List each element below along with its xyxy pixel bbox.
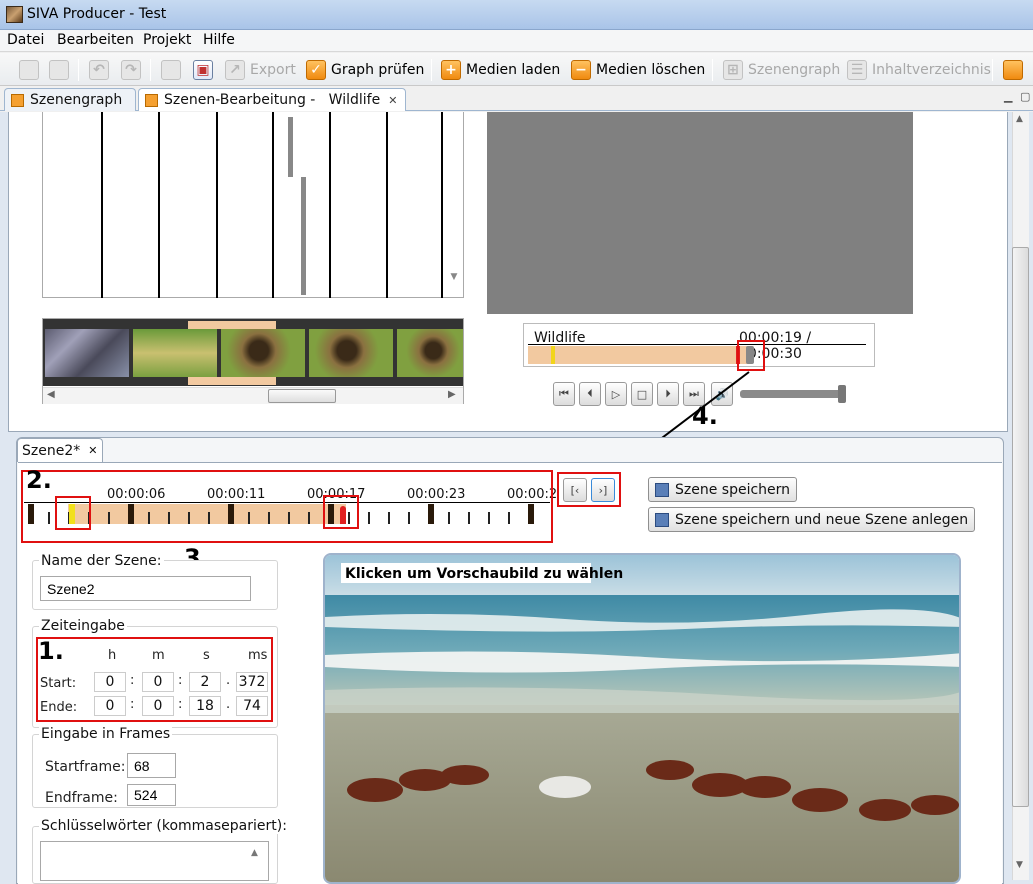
endframe-input[interactable] — [127, 784, 176, 806]
scene-name-input[interactable] — [40, 576, 251, 601]
scroll-down-icon[interactable]: ▼ — [1016, 860, 1023, 870]
tab-scene2-label: Szene2* — [22, 442, 81, 459]
start-label: Start: — [40, 676, 77, 691]
header-ms: ms — [248, 648, 268, 663]
set-end-icon: ›] — [598, 483, 608, 497]
preview-image: Klicken um Vorschaubild zu wählen — [325, 555, 959, 882]
start-m-field[interactable]: 0 — [142, 672, 174, 692]
startframe-label: Startframe: — [45, 759, 126, 775]
end-m-field[interactable]: 0 — [142, 696, 174, 716]
header-s: s — [203, 648, 210, 663]
start-s-field[interactable]: 2 — [189, 672, 221, 692]
annotation-2: 2. — [26, 466, 52, 494]
save-scene-label: Szene speichern — [675, 481, 791, 498]
end-label: Ende: — [40, 700, 78, 715]
startframe-input[interactable] — [127, 753, 176, 778]
keywords-label: Schlüsselwörter (kommasepariert): — [39, 818, 289, 834]
annotation-4: 4. — [692, 402, 718, 430]
set-start-icon: [‹ — [570, 483, 580, 497]
scroll-up-icon[interactable]: ▲ — [1016, 114, 1023, 124]
save-scene-button[interactable]: Szene speichern — [648, 477, 798, 502]
time-input-label: Zeiteingabe — [39, 618, 127, 634]
start-h-field[interactable]: 0 — [94, 672, 126, 692]
save-and-new-button[interactable]: Szene speichern und neue Szene anlegen — [648, 507, 976, 532]
scroll-up-icon[interactable]: ▲ — [251, 848, 258, 858]
editor-scroll-thumb[interactable] — [1012, 247, 1029, 807]
annotation-1: 1. — [38, 637, 64, 665]
preview-thumbnail[interactable]: Klicken um Vorschaubild zu wählen — [323, 553, 961, 884]
tab-scene2[interactable]: Szene2* ✕ — [17, 438, 103, 462]
header-h: h — [108, 648, 117, 663]
header-m: m — [152, 648, 165, 663]
end-s-field[interactable]: 18 — [189, 696, 221, 716]
close-icon[interactable]: ✕ — [88, 444, 97, 457]
preview-caption: Klicken um Vorschaubild zu wählen — [345, 566, 623, 582]
frames-label: Eingabe in Frames — [39, 726, 173, 742]
end-h-field[interactable]: 0 — [94, 696, 126, 716]
save-and-new-label: Szene speichern und neue Szene anlegen — [675, 511, 969, 528]
save-icon — [655, 482, 669, 497]
start-ms-field[interactable]: 372 — [236, 672, 268, 692]
set-end-button[interactable]: ›] — [591, 478, 615, 502]
endframe-label: Endframe: — [45, 790, 118, 806]
end-ms-field[interactable]: 74 — [236, 696, 268, 716]
set-start-button[interactable]: [‹ — [563, 478, 587, 502]
save-icon — [655, 512, 669, 527]
scene-name-label: Name der Szene: — [39, 553, 164, 569]
keywords-input[interactable] — [40, 841, 269, 881]
